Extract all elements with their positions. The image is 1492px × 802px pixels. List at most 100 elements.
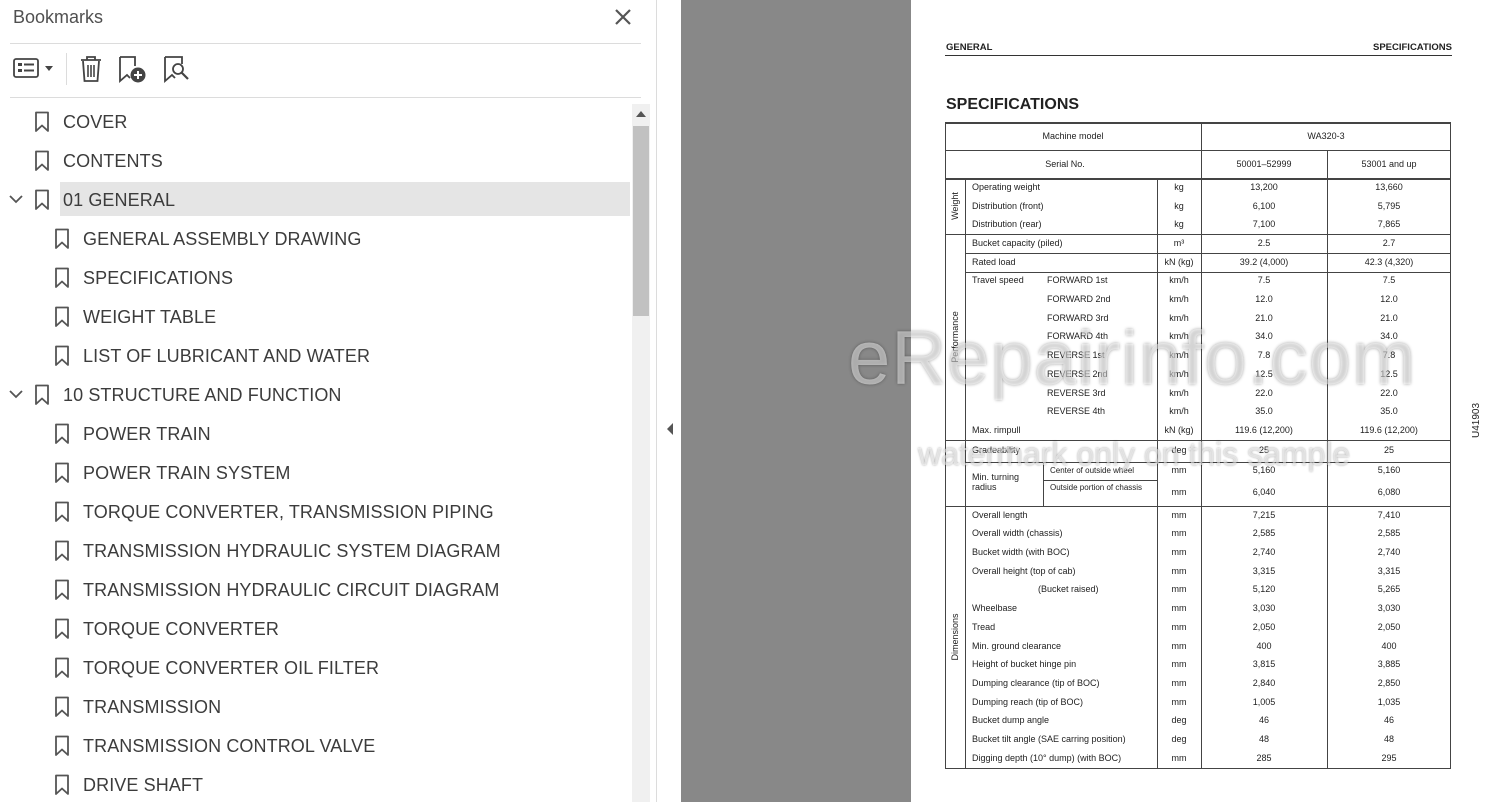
delete-bookmark-icon[interactable] <box>78 54 104 84</box>
bookmark-item[interactable]: COVER <box>0 104 630 138</box>
spec-item: Max. rimpull <box>972 424 1021 435</box>
table-rule <box>945 178 1451 180</box>
panel-title: Bookmarks <box>13 7 104 27</box>
spec-unit: mm <box>1171 621 1187 632</box>
table-rule <box>945 439 1451 441</box>
collapse-panel-icon[interactable] <box>665 421 675 437</box>
bookmark-label: TORQUE CONVERTER, TRANSMISSION PIPING <box>83 502 494 522</box>
bookmark-item[interactable]: SPECIFICATIONS <box>0 260 630 294</box>
spec-value-b: 7,865 <box>1377 219 1401 230</box>
spec-value-b: 2,850 <box>1377 677 1401 688</box>
table-rule <box>1157 178 1158 768</box>
bookmark-scrollbar[interactable] <box>632 104 650 802</box>
bookmark-item[interactable]: TORQUE CONVERTER OIL FILTER <box>0 650 630 684</box>
spec-item: Overall length <box>972 509 1028 520</box>
chevron-down-icon[interactable] <box>8 387 24 401</box>
bookmark-item[interactable]: TORQUE CONVERTER <box>0 611 630 645</box>
bookmark-item[interactable]: LIST OF LUBRICANT AND WATER <box>0 338 630 372</box>
spec-value-a: 5,120 <box>1252 584 1276 595</box>
spec-value-b: 22.0 <box>1380 387 1398 398</box>
table-rule <box>945 178 946 768</box>
spec-unit: kN (kg) <box>1164 424 1194 435</box>
scroll-thumb[interactable] <box>633 126 649 316</box>
spec-subitem: FORWARD 3rd <box>1047 312 1109 323</box>
bookmark-label: TORQUE CONVERTER OIL FILTER <box>83 658 380 678</box>
panel-splitter[interactable] <box>656 0 681 802</box>
close-icon[interactable] <box>611 5 635 29</box>
spec-value-a: 7,215 <box>1252 509 1276 520</box>
spec-unit: mm <box>1171 565 1187 576</box>
spec-value-a: 3,815 <box>1252 659 1276 670</box>
group-label-dimensions: Dimensions <box>950 613 960 661</box>
table-top-rule <box>945 122 1451 124</box>
spec-value-b: 42.3 (4,320) <box>1364 256 1414 267</box>
bookmark-label: POWER TRAIN SYSTEM <box>83 463 291 483</box>
table-rule <box>945 150 1451 151</box>
table-rule <box>1043 461 1044 506</box>
turning-radius-label: Min. turning radius <box>972 471 1020 492</box>
spec-subitem: Center of outside wheel <box>1050 465 1135 475</box>
bookmark-item[interactable]: GENERAL ASSEMBLY DRAWING <box>0 221 630 255</box>
spec-value-b: 295 <box>1381 752 1397 763</box>
spec-value-a: 2,585 <box>1252 528 1276 539</box>
spec-value-a: 7.5 <box>1257 275 1271 286</box>
bookmark-item[interactable]: 10 STRUCTURE AND FUNCTION <box>0 377 630 411</box>
bookmark-item[interactable]: TORQUE CONVERTER, TRANSMISSION PIPING <box>0 494 630 528</box>
spec-value-b: 2,740 <box>1377 547 1401 558</box>
bookmark-icon <box>53 657 71 679</box>
chevron-down-icon[interactable] <box>8 192 24 206</box>
table-rule <box>1043 479 1157 481</box>
machine-model-label: Machine model <box>1042 131 1104 141</box>
bookmark-item[interactable]: POWER TRAIN SYSTEM <box>0 455 630 489</box>
page-title: SPECIFICATIONS <box>946 96 1080 113</box>
new-bookmark-icon[interactable] <box>117 54 149 84</box>
spec-value-b: 2,585 <box>1377 528 1401 539</box>
spec-subitem: REVERSE 3rd <box>1047 387 1106 398</box>
bookmark-icon <box>53 579 71 601</box>
spec-item: Dumping clearance (tip of BOC) <box>972 677 1100 688</box>
spec-subitem: Outside portion of chassis <box>1050 482 1143 492</box>
bookmark-item[interactable]: TRANSMISSION HYDRAULIC SYSTEM DIAGRAM <box>0 533 630 567</box>
spec-value-b: 5,160 <box>1377 465 1401 476</box>
spec-unit: km/h <box>1169 350 1189 361</box>
bookmark-label: TRANSMISSION HYDRAULIC SYSTEM DIAGRAM <box>83 541 501 561</box>
spec-value-a: 12.0 <box>1255 294 1273 305</box>
bookmark-label: POWER TRAIN <box>83 424 211 444</box>
spec-item: Bucket width (with BOC) <box>972 547 1070 558</box>
serial-range-b: 53001 and up <box>1361 159 1417 169</box>
bookmark-item[interactable]: TRANSMISSION HYDRAULIC CIRCUIT DIAGRAM <box>0 572 630 606</box>
spec-unit: mm <box>1171 487 1187 498</box>
bookmark-item[interactable]: CONTENTS <box>0 143 630 177</box>
spec-value-a: 119.6 (12,200) <box>1235 424 1293 435</box>
bookmark-item[interactable]: WEIGHT TABLE <box>0 299 630 333</box>
bookmark-item[interactable]: TRANSMISSION CONTROL VALVE <box>0 728 630 762</box>
spec-unit: km/h <box>1169 368 1189 379</box>
bookmark-item[interactable]: 01 GENERAL <box>9 182 630 216</box>
bookmark-label: 01 GENERAL <box>63 190 176 210</box>
table-rule <box>965 252 1451 254</box>
bookmark-icon <box>53 696 71 718</box>
options-menu-icon[interactable] <box>13 54 57 84</box>
spec-subitem: FORWARD 4th <box>1047 331 1109 342</box>
spec-value-a: 34.0 <box>1255 331 1273 342</box>
spec-value-a: 22.0 <box>1255 387 1273 398</box>
spec-value-a: 3,030 <box>1252 603 1276 614</box>
table-rule <box>965 178 966 768</box>
spec-subitem: REVERSE 4th <box>1047 406 1106 417</box>
bookmark-item[interactable]: POWER TRAIN <box>0 416 630 450</box>
spec-item: Overall width (chassis) <box>972 528 1063 539</box>
bookmark-item[interactable]: TRANSMISSION <box>0 689 630 723</box>
spec-unit: deg <box>1171 445 1187 456</box>
bookmark-icon <box>53 774 71 796</box>
document-viewer[interactable]: GENERAL SPECIFICATIONS SPECIFICATIONS U4… <box>681 0 1492 802</box>
find-bookmark-icon[interactable] <box>162 54 192 84</box>
spec-unit: mm <box>1171 509 1187 520</box>
figure-code: U41903 <box>1471 402 1482 438</box>
bookmark-icon <box>33 150 51 172</box>
spec-unit: mm <box>1171 659 1187 670</box>
bookmark-item[interactable]: DRIVE SHAFT <box>0 767 630 801</box>
bookmark-icon <box>33 384 51 406</box>
scroll-up-arrow-icon[interactable] <box>632 104 650 124</box>
spec-unit: km/h <box>1169 275 1189 286</box>
spec-value-b: 48 <box>1383 734 1395 745</box>
